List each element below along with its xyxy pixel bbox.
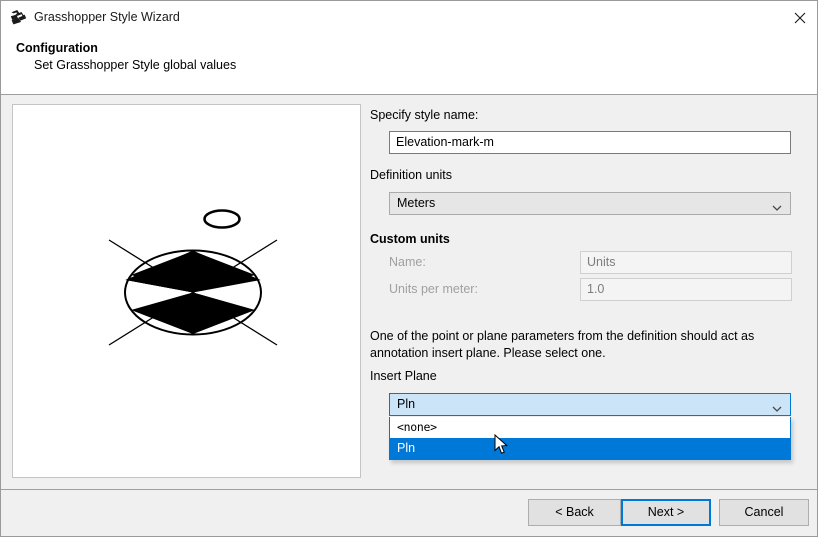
next-button[interactable]: Next >: [621, 499, 711, 526]
units-per-meter-label: Units per meter:: [389, 282, 478, 296]
chevron-down-icon: [772, 402, 782, 416]
close-icon[interactable]: [782, 2, 817, 32]
units-per-meter-input: 1.0: [580, 278, 792, 301]
grasshopper-style-wizard-dialog: Grasshopper Style Wizard Configuration S…: [0, 0, 818, 537]
dropdown-option-pln[interactable]: Pln: [390, 438, 790, 459]
insert-plane-value: Pln: [397, 397, 416, 411]
wizard-header: Configuration Set Grasshopper Style glob…: [1, 34, 817, 94]
back-button[interactable]: < Back: [528, 499, 621, 526]
insert-plane-description: One of the point or plane parameters fro…: [370, 329, 755, 360]
dialog-footer: < Back Next > Cancel: [1, 490, 817, 536]
definition-units-label: Definition units: [370, 168, 452, 182]
style-preview-panel: [12, 104, 361, 478]
dialog-body: Specify style name: Elevation-mark-m Def…: [1, 95, 817, 489]
dropdown-option-none[interactable]: <none>: [390, 417, 790, 438]
insert-plane-combobox[interactable]: Pln: [389, 393, 791, 416]
style-name-input[interactable]: Elevation-mark-m: [389, 131, 791, 154]
page-title: Configuration: [16, 41, 98, 55]
custom-units-label: Custom units: [370, 232, 450, 246]
insert-plane-label: Insert Plane: [370, 369, 437, 383]
definition-units-value: Meters: [397, 196, 436, 210]
elevation-mark-symbol: [108, 209, 278, 346]
insert-plane-dropdown-list[interactable]: <none> Pln: [389, 417, 791, 460]
grasshopper-icon: [10, 9, 27, 26]
style-name-label: Specify style name:: [370, 108, 479, 122]
configuration-form: Specify style name: Elevation-mark-m Def…: [370, 95, 800, 489]
chevron-down-icon: [772, 201, 782, 215]
custom-name-label: Name:: [389, 255, 426, 269]
page-subtitle: Set Grasshopper Style global values: [34, 58, 237, 72]
custom-name-input: Units: [580, 251, 792, 274]
title-bar: Grasshopper Style Wizard: [1, 1, 817, 34]
cancel-button[interactable]: Cancel: [719, 499, 809, 526]
definition-units-combobox[interactable]: Meters: [389, 192, 791, 215]
window-title: Grasshopper Style Wizard: [34, 10, 180, 24]
